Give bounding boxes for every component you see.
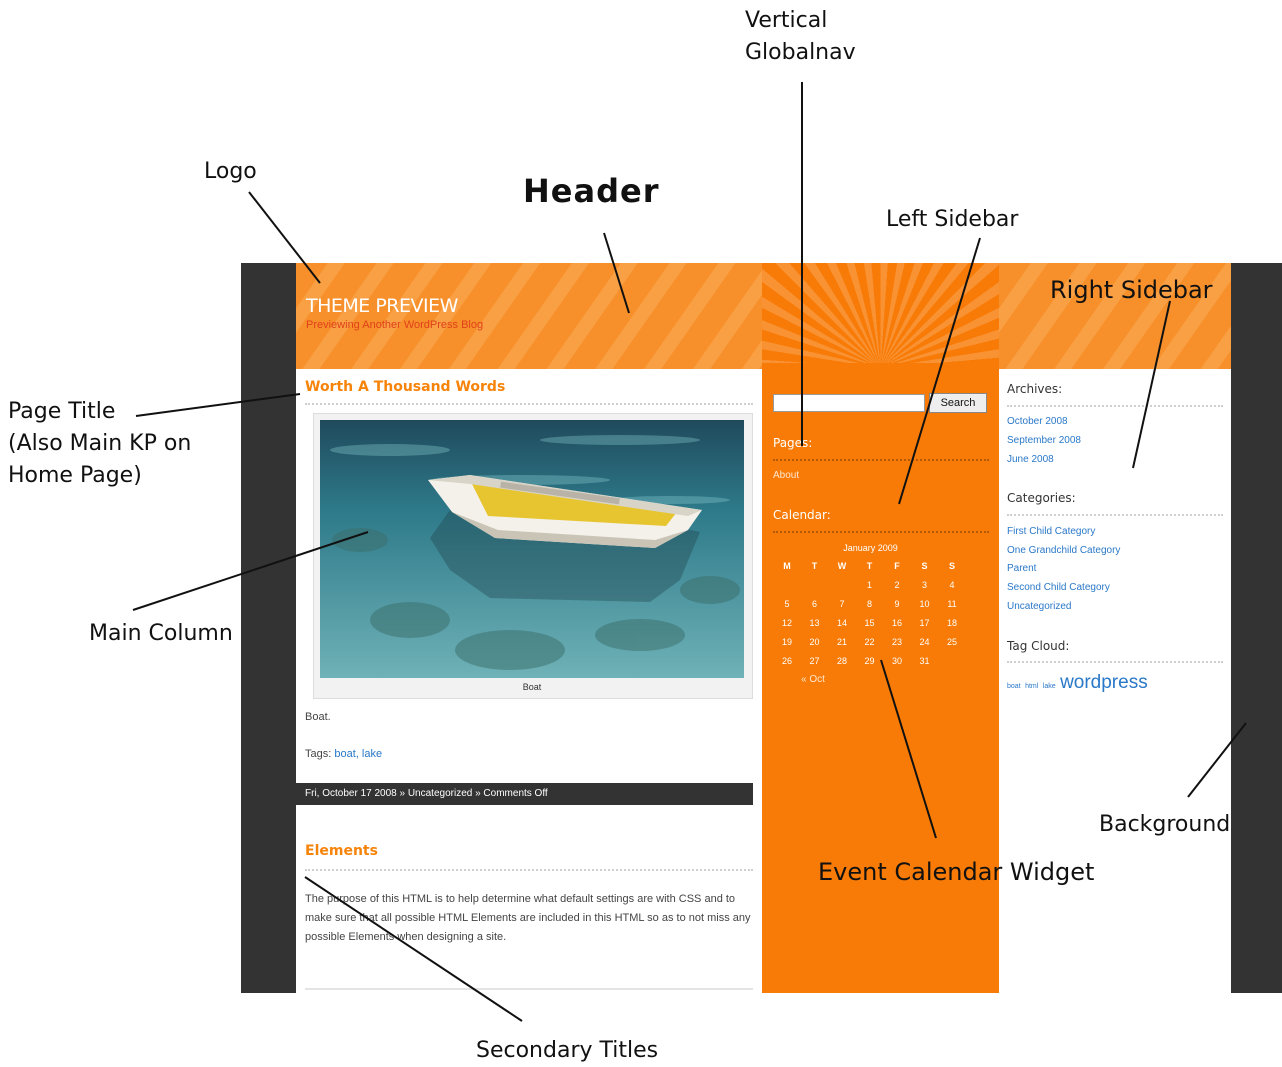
label-background: Background xyxy=(1099,812,1231,837)
calendar-prev-link[interactable]: « Oct xyxy=(801,674,825,685)
calendar-date[interactable]: 3 xyxy=(914,580,936,590)
calendar-date[interactable]: 14 xyxy=(831,618,853,628)
archive-link[interactable]: September 2008 xyxy=(1007,435,1081,446)
tagcloud-title: Tag Cloud: xyxy=(1007,639,1070,653)
calendar-day-header: T xyxy=(866,561,873,571)
calendar-date[interactable]: 11 xyxy=(941,599,963,609)
archive-link[interactable]: June 2008 xyxy=(1007,454,1054,465)
post-title[interactable]: Worth A Thousand Words xyxy=(305,379,505,395)
post-body: Boat. xyxy=(305,711,331,723)
calendar-date[interactable]: 4 xyxy=(941,580,963,590)
dotted-divider xyxy=(1007,405,1223,407)
site-logo-title[interactable]: THEME PREVIEW xyxy=(306,295,458,317)
tag-link-wordpress[interactable]: wordpress xyxy=(1060,672,1148,693)
calendar-date[interactable]: 18 xyxy=(941,618,963,628)
calendar-date[interactable]: 20 xyxy=(804,637,826,647)
tags-label: Tags: xyxy=(305,748,332,760)
category-link[interactable]: Second Child Category xyxy=(1007,582,1110,593)
divider xyxy=(305,988,753,990)
calendar-date[interactable]: 16 xyxy=(886,618,908,628)
label-vertical-globalnav: Vertical Globalnav xyxy=(745,8,856,65)
label-main-column: Main Column xyxy=(89,621,233,646)
calendar-date[interactable]: 29 xyxy=(859,656,881,666)
calendar-date[interactable]: 24 xyxy=(914,637,936,647)
secondary-title[interactable]: Elements xyxy=(305,843,378,859)
label-logo: Logo xyxy=(204,159,257,184)
category-link[interactable]: Parent xyxy=(1007,563,1036,574)
calendar-day-header: S xyxy=(948,561,955,571)
calendar-date[interactable]: 15 xyxy=(859,618,881,628)
calendar-date[interactable]: 22 xyxy=(859,637,881,647)
label-secondary-titles: Secondary Titles xyxy=(476,1038,659,1063)
boat-image[interactable] xyxy=(320,420,744,678)
calendar-date[interactable]: 7 xyxy=(831,599,853,609)
image-caption: Boat xyxy=(522,682,542,692)
dotted-divider xyxy=(1007,514,1223,516)
calendar-date[interactable]: 5 xyxy=(776,599,798,609)
category-link[interactable]: First Child Category xyxy=(1007,526,1095,537)
category-link[interactable]: Uncategorized xyxy=(1007,601,1071,612)
search-input[interactable] xyxy=(773,394,925,412)
calendar-date[interactable]: 17 xyxy=(914,618,936,628)
calendar-date[interactable]: 21 xyxy=(831,637,853,647)
label-right-sidebar: Right Sidebar xyxy=(1050,276,1213,304)
background-right xyxy=(1231,263,1282,993)
calendar-date[interactable]: 2 xyxy=(886,580,908,590)
categories-title: Categories: xyxy=(1007,491,1076,505)
label-page-title: Page Title (Also Main KP on Home Page) xyxy=(8,399,192,488)
tag-cloud: boat html lake wordpress xyxy=(1007,672,1148,694)
post-tags: Tags: boat, lake xyxy=(305,748,382,760)
label-left-sidebar: Left Sidebar xyxy=(886,207,1019,232)
calendar-day-header: F xyxy=(894,561,900,571)
calendar-date[interactable]: 12 xyxy=(776,618,798,628)
tag-link[interactable]: html xyxy=(1025,683,1038,690)
calendar-day-header: W xyxy=(837,561,847,571)
calendar-date[interactable]: 9 xyxy=(886,599,908,609)
calendar-date[interactable]: 10 xyxy=(914,599,936,609)
calendar-title: Calendar: xyxy=(773,508,831,522)
calendar-date[interactable]: 31 xyxy=(914,656,936,666)
calendar-date[interactable]: 1 xyxy=(859,580,881,590)
dotted-divider xyxy=(773,531,989,533)
calendar-date[interactable]: 26 xyxy=(776,656,798,666)
calendar-date[interactable]: 8 xyxy=(859,599,881,609)
site-tagline: Previewing Another WordPress Blog xyxy=(306,319,484,331)
search-button[interactable]: Search xyxy=(929,393,987,413)
background-left xyxy=(241,263,296,993)
calendar-date[interactable]: 13 xyxy=(804,618,826,628)
category-link[interactable]: One Grandchild Category xyxy=(1007,545,1120,556)
calendar-day-header: T xyxy=(811,561,818,571)
dotted-divider xyxy=(1007,661,1223,663)
dotted-divider xyxy=(773,459,989,461)
calendar-date[interactable]: 6 xyxy=(804,599,826,609)
dotted-divider xyxy=(305,869,753,871)
sunburst-decoration xyxy=(762,263,999,363)
dotted-divider xyxy=(305,403,753,405)
label-header: Header xyxy=(523,172,660,210)
event-calendar: M T W T F S S 1 2 3 4 5 6 7 8 9 10 11 12 13 14 15 16 17 18 19 20 21… xyxy=(776,561,971,681)
post-meta-bar: Fri, October 17 2008 » Uncategorized » C… xyxy=(296,783,753,805)
calendar-date[interactable]: 25 xyxy=(941,637,963,647)
calendar-date[interactable]: 27 xyxy=(804,656,826,666)
calendar-date[interactable]: 19 xyxy=(776,637,798,647)
pages-link-about[interactable]: About xyxy=(773,470,799,481)
calendar-day-header: S xyxy=(921,561,928,571)
tag-link[interactable]: boat xyxy=(1007,683,1021,690)
post2-body: The purpose of this HTML is to help dete… xyxy=(305,893,751,943)
calendar-date[interactable]: 23 xyxy=(886,637,908,647)
archives-title: Archives: xyxy=(1007,382,1063,396)
calendar-caption: January 2009 xyxy=(843,543,898,553)
label-event-calendar-widget: Event Calendar Widget xyxy=(818,858,1095,886)
archive-link[interactable]: October 2008 xyxy=(1007,416,1068,427)
calendar-date[interactable]: 30 xyxy=(886,656,908,666)
calendar-date[interactable]: 28 xyxy=(831,656,853,666)
tags-links[interactable]: boat, lake xyxy=(334,748,382,760)
tag-link[interactable]: lake xyxy=(1043,683,1056,690)
pages-title: Pages: xyxy=(773,436,813,450)
calendar-day-header: M xyxy=(783,561,791,571)
